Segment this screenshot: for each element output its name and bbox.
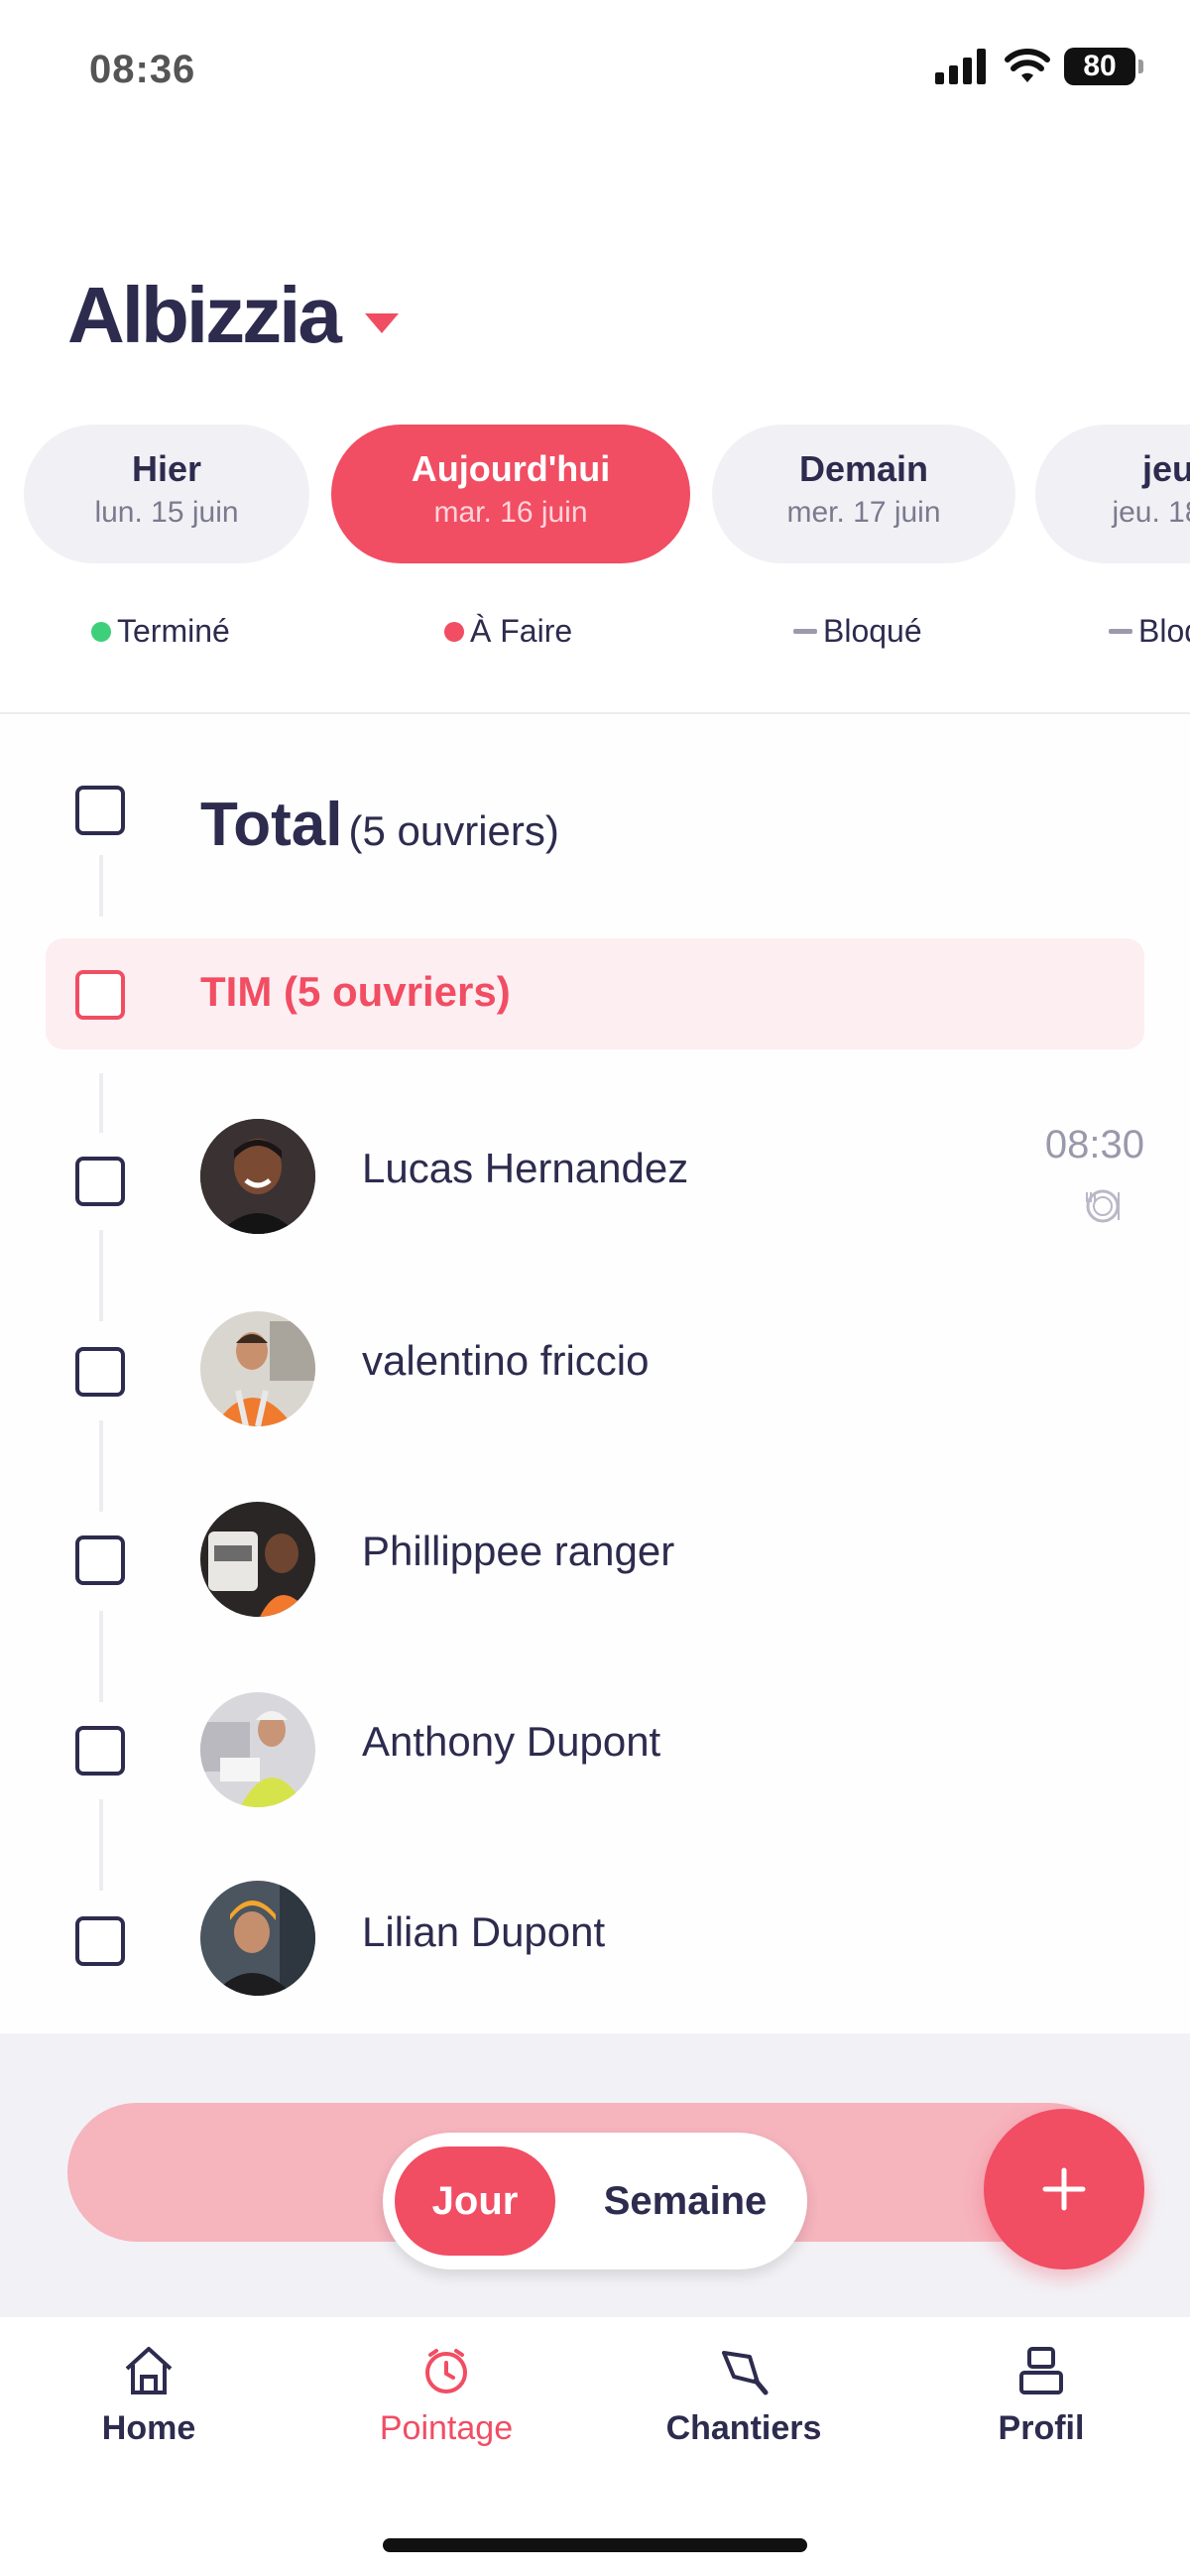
tab-chantiers[interactable]: Chantiers (645, 2343, 843, 2448)
add-button[interactable] (984, 2109, 1144, 2269)
red-dot-icon (444, 621, 464, 642)
caret-down-icon (364, 313, 399, 333)
plus-icon (1042, 2167, 1086, 2211)
toggle-week-button[interactable]: Semaine (581, 2147, 789, 2256)
total-checkbox[interactable] (75, 786, 125, 835)
worker-clock-in-time: 08:30 (1044, 1123, 1144, 1166)
dash-icon (793, 629, 817, 634)
worker-checkbox[interactable] (75, 1916, 125, 1966)
worker-name[interactable]: valentino friccio (362, 1337, 649, 1385)
day-tab-date: lun. 15 juin (94, 496, 239, 529)
status-icons: 80 (935, 48, 1143, 85)
trowel-icon (722, 2351, 769, 2395)
worker-avatar (200, 1881, 315, 1996)
tree-connector (99, 1611, 103, 1702)
day-tab-title: Hier (131, 448, 202, 489)
signal-icon (935, 49, 986, 84)
tab-label: Profil (998, 2409, 1085, 2447)
day-tab-thursday[interactable]: jeudi jeu. 18 juin (1035, 425, 1190, 563)
total-count: (5 ouvriers) (348, 807, 559, 854)
battery-indicator: 80 (1064, 48, 1143, 85)
worker-checkbox[interactable] (75, 1726, 125, 1776)
wifi-icon (1005, 49, 1050, 82)
status-blocked: Bloqué (793, 613, 922, 650)
worker-checkbox[interactable] (75, 1535, 125, 1585)
day-status-row: Terminé À Faire Bloqué Bloqué (0, 613, 1190, 653)
tree-connector (99, 1799, 103, 1891)
worker-avatar (200, 1502, 315, 1617)
site-name: Albizzia (67, 271, 342, 359)
tab-pointage[interactable]: Pointage (347, 2343, 545, 2448)
clock-icon (425, 2349, 467, 2393)
total-row: Total (5 ouvriers) (200, 790, 559, 860)
status-done: Terminé (91, 613, 230, 650)
day-tab-title: Aujourd'hui (411, 448, 611, 489)
dash-icon (1109, 629, 1132, 634)
worker-name[interactable]: Lilian Dupont (362, 1908, 605, 1956)
home-icon (125, 2347, 173, 2394)
team-label: TIM (5 ouvriers) (200, 968, 511, 1015)
worker-name[interactable]: Anthony Dupont (362, 1718, 660, 1766)
tab-home[interactable]: Home (50, 2343, 248, 2448)
profile-icon (1019, 2347, 1063, 2394)
day-tab-title: Demain (798, 448, 929, 489)
tree-connector (99, 1420, 103, 1512)
person-photo-icon (200, 1311, 315, 1426)
status-todo: À Faire (444, 613, 572, 650)
day-tab-date: jeu. 18 juin (1112, 496, 1190, 529)
meal-plate-icon (1086, 1189, 1120, 1223)
status-blocked-2: Bloqué (1109, 613, 1190, 650)
tab-label: Chantiers (665, 2409, 822, 2447)
worker-avatar (200, 1692, 315, 1807)
home-indicator[interactable] (383, 2538, 807, 2552)
day-tab-title: jeudi (1141, 448, 1190, 489)
toggle-day-button[interactable]: Jour (395, 2147, 555, 2256)
tab-label: Pointage (379, 2409, 514, 2447)
day-tab-date: mer. 17 juin (786, 496, 941, 529)
status-label: Bloqué (1138, 613, 1190, 649)
worker-name[interactable]: Lucas Hernandez (362, 1145, 688, 1192)
person-photo-icon (200, 1881, 315, 1996)
bottom-tab-bar: Home Pointage Chantiers Profil (0, 2317, 1190, 2576)
tab-label: Home (101, 2409, 196, 2447)
worker-avatar (200, 1119, 315, 1234)
team-checkbox[interactable] (75, 970, 125, 1020)
worker-checkbox[interactable] (75, 1157, 125, 1206)
worker-name[interactable]: Phillippee ranger (362, 1528, 674, 1575)
day-tabs: Hier lun. 15 juin Aujourd'hui mar. 16 ju… (24, 425, 1190, 563)
status-time: 08:36 (89, 48, 196, 91)
status-label: À Faire (470, 613, 573, 649)
tree-connector (99, 1073, 103, 1133)
view-toggle: Jour Semaine (383, 2133, 807, 2269)
person-photo-icon (200, 1502, 315, 1617)
worker-avatar (200, 1311, 315, 1426)
day-tab-date: mar. 16 juin (433, 496, 588, 529)
day-tab-yesterday[interactable]: Hier lun. 15 juin (24, 425, 309, 563)
person-photo-icon (200, 1119, 315, 1234)
status-label: Bloqué (823, 613, 922, 649)
day-tab-tomorrow[interactable]: Demain mer. 17 juin (712, 425, 1015, 563)
tab-profil[interactable]: Profil (942, 2343, 1140, 2448)
tree-connector (99, 1230, 103, 1321)
site-selector[interactable]: Albizzia (67, 270, 399, 361)
tree-connector (99, 855, 103, 917)
day-tab-today[interactable]: Aujourd'hui mar. 16 juin (331, 425, 690, 563)
worker-checkbox[interactable] (75, 1347, 125, 1397)
status-label: Terminé (117, 613, 230, 649)
total-label: Total (200, 791, 343, 859)
person-photo-icon (200, 1692, 315, 1807)
green-dot-icon (91, 621, 111, 642)
status-bar: 08:36 80 (0, 0, 1190, 149)
